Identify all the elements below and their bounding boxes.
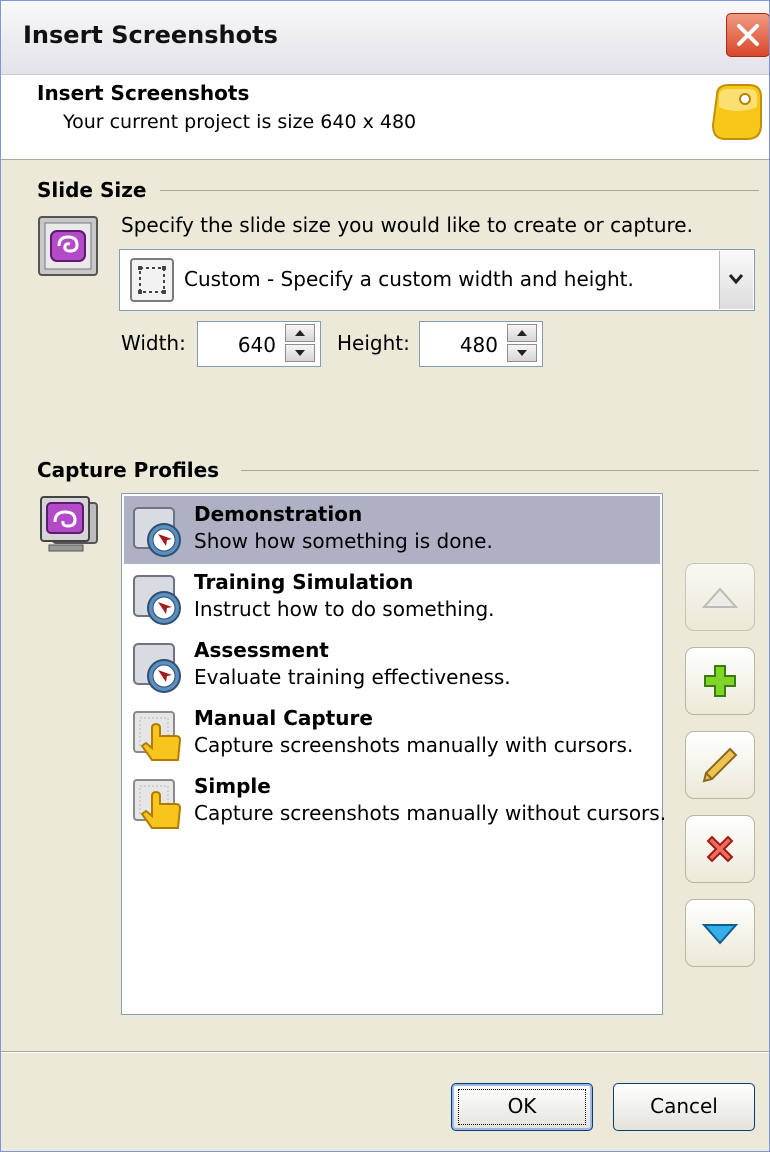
item-title: Demonstration (194, 502, 363, 526)
yellow-tag-icon (711, 84, 762, 140)
clock-cursor-icon (133, 507, 181, 557)
header-subtitle: Your current project is size 640 x 480 (63, 111, 417, 133)
width-spin-buttons (285, 324, 317, 364)
title-bar[interactable]: Insert Screenshots (1, 1, 769, 75)
footer-divider-highlight (1, 1052, 769, 1053)
move-down-button[interactable] (685, 899, 755, 967)
dialog-header: Insert Screenshots Your current project … (1, 75, 769, 160)
chevron-down-icon (729, 274, 743, 285)
item-description: Instruct how to do something. (194, 597, 495, 621)
item-title: Training Simulation (194, 570, 414, 594)
move-up-icon (701, 587, 739, 608)
item-description: Show how something is done. (194, 529, 493, 553)
cancel-label: Cancel (650, 1094, 718, 1118)
capture-monitor-icon (40, 496, 98, 552)
ok-label: OK (507, 1094, 537, 1118)
item-title: Simple (194, 774, 271, 798)
close-x-icon (737, 24, 759, 46)
capture-profiles-list[interactable]: Demonstration Show how something is done… (121, 493, 666, 1015)
list-item-training-simulation[interactable]: Training Simulation Instruct how to do s… (124, 564, 660, 632)
ok-button[interactable]: OK (451, 1083, 593, 1131)
delete-x-icon (706, 835, 734, 863)
insert-screenshots-dialog: Insert Screenshots Insert Screenshots Yo… (0, 0, 770, 1152)
list-item-demonstration[interactable]: Demonstration Show how something is done… (124, 496, 660, 564)
hand-pointer-icon (133, 779, 182, 829)
height-increment-button[interactable] (507, 324, 537, 342)
item-description: Capture screenshots manually without cur… (194, 801, 667, 825)
arrow-up-icon (517, 330, 527, 336)
slide-size-label: Slide Size (37, 178, 161, 202)
edit-pencil-icon (702, 747, 738, 783)
arrow-up-icon (295, 330, 305, 336)
item-title: Manual Capture (194, 706, 373, 730)
move-down-icon (701, 924, 739, 945)
height-spinbox[interactable]: 480 (419, 321, 543, 367)
width-decrement-button[interactable] (285, 344, 315, 362)
slide-size-divider (151, 190, 759, 191)
height-value: 480 (459, 333, 498, 357)
close-button[interactable] (726, 13, 769, 57)
header-title: Insert Screenshots (37, 81, 250, 105)
hand-pointer-icon (133, 711, 182, 761)
monitor-slide-icon (38, 216, 98, 276)
height-decrement-button[interactable] (507, 344, 537, 362)
capture-profiles-label: Capture Profiles (37, 458, 234, 482)
move-up-button[interactable] (685, 563, 755, 631)
width-value: 640 (237, 333, 276, 357)
clock-cursor-icon (133, 643, 181, 693)
cancel-button[interactable]: Cancel (613, 1083, 755, 1131)
item-title: Assessment (194, 638, 329, 662)
arrow-down-icon (517, 350, 527, 356)
height-label: Height: (337, 331, 410, 355)
clock-cursor-icon (133, 575, 181, 625)
add-profile-button[interactable] (685, 647, 755, 715)
item-description: Capture screenshots manually with cursor… (194, 733, 634, 757)
edit-profile-button[interactable] (685, 731, 755, 799)
width-label: Width: (121, 331, 186, 355)
slide-size-instruction: Specify the slide size you would like to… (121, 213, 693, 237)
dropdown-arrow-button[interactable] (719, 251, 753, 309)
width-increment-button[interactable] (285, 324, 315, 342)
add-icon (704, 665, 736, 697)
dropdown-selected-value: Custom - Specify a custom width and heig… (184, 267, 634, 291)
custom-size-icon (130, 258, 174, 302)
window-title: Insert Screenshots (23, 21, 278, 49)
capture-profiles-divider (241, 470, 759, 471)
width-spinbox[interactable]: 640 (197, 321, 321, 367)
delete-profile-button[interactable] (685, 815, 755, 883)
height-spin-buttons (507, 324, 539, 364)
slide-size-dropdown[interactable]: Custom - Specify a custom width and heig… (119, 249, 755, 311)
item-description: Evaluate training effectiveness. (194, 665, 511, 689)
list-item-simple[interactable]: Simple Capture screenshots manually with… (124, 768, 666, 836)
list-item-assessment[interactable]: Assessment Evaluate training effectivene… (124, 632, 660, 700)
arrow-down-icon (295, 350, 305, 356)
list-item-manual-capture[interactable]: Manual Capture Capture screenshots manua… (124, 700, 660, 768)
